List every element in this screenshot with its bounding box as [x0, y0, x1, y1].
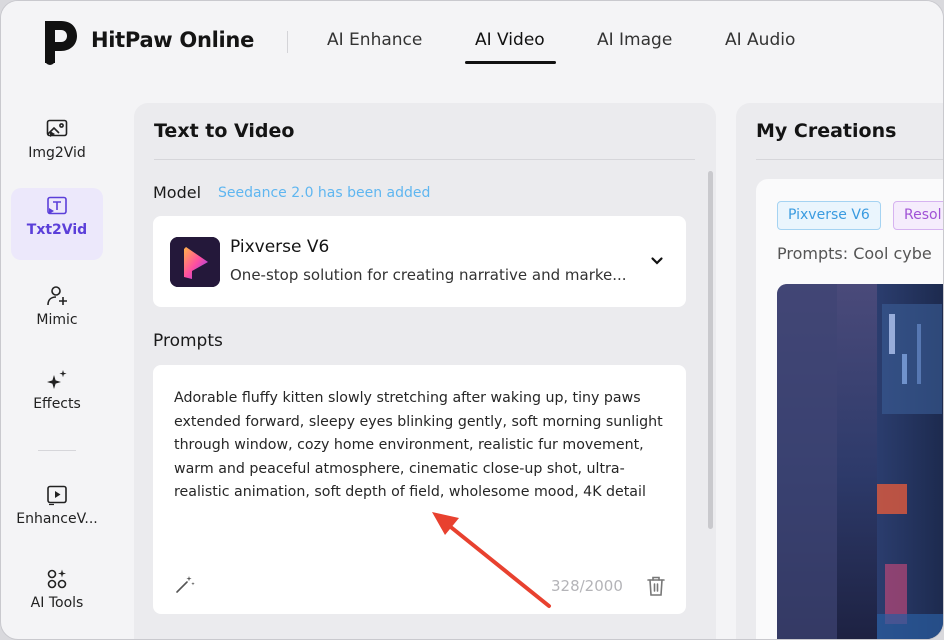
creations-divider: [756, 159, 943, 160]
active-nav-underline: [465, 61, 556, 64]
creation-thumbnail[interactable]: [777, 284, 944, 640]
creations-title: My Creations: [756, 120, 897, 142]
sidebar-item-txt2vid[interactable]: Txt2Vid: [11, 188, 103, 260]
nav-ai-image[interactable]: AI Image: [597, 30, 672, 50]
nav-ai-video[interactable]: AI Video: [475, 30, 545, 50]
prompt-textarea[interactable]: Adorable fluffy kitten slowly stretching…: [153, 365, 686, 614]
tools-grid-icon: [47, 569, 67, 589]
prompt-text[interactable]: Adorable fluffy kitten slowly stretching…: [174, 387, 669, 505]
sidebar-label-img2vid: Img2Vid: [28, 145, 86, 161]
model-select[interactable]: Pixverse V6 One-stop solution for creati…: [153, 216, 686, 307]
sidebar-item-mimic[interactable]: Mimic: [11, 278, 103, 350]
top-header: HitPaw Online AI Enhance AI Video AI Ima…: [1, 1, 943, 83]
sidebar-item-effects[interactable]: Effects: [11, 362, 103, 434]
person-sparkle-icon: [47, 286, 67, 306]
sidebar-item-ai-tools[interactable]: AI Tools: [11, 561, 103, 633]
brand-name[interactable]: HitPaw Online: [91, 28, 254, 52]
app-window: HitPaw Online AI Enhance AI Video AI Ima…: [0, 0, 944, 640]
text-to-video-icon: [47, 196, 67, 215]
my-creations-panel: My Creations Pixverse V6 Resol Prompts: …: [736, 103, 944, 640]
model-label: Model: [153, 183, 202, 202]
pixverse-logo-icon: [170, 237, 220, 287]
sidebar-item-img2vid[interactable]: Img2Vid: [11, 111, 103, 183]
hd-video-icon: [47, 485, 67, 506]
scrollbar-thumb[interactable]: [708, 171, 713, 529]
header-divider: [287, 31, 288, 53]
chevron-down-icon[interactable]: [650, 254, 664, 268]
sidebar-label-txt2vid: Txt2Vid: [26, 222, 88, 238]
sidebar-label-enhancev: EnhanceV...: [16, 511, 98, 527]
image-to-video-icon: [46, 119, 68, 137]
creation-card[interactable]: Pixverse V6 Resol Prompts: Cool cybe: [756, 179, 944, 640]
prompts-label: Prompts: [153, 331, 223, 351]
panel-title: Text to Video: [154, 120, 295, 142]
hitpaw-logo-icon[interactable]: [39, 17, 79, 67]
sidebar-label-ai-tools: AI Tools: [30, 595, 84, 611]
character-counter: 328/2000: [551, 577, 623, 595]
model-tag: Pixverse V6: [777, 201, 881, 230]
resolution-tag: Resol: [893, 201, 943, 230]
magic-wand-icon[interactable]: [174, 573, 196, 595]
model-name: Pixverse V6: [230, 237, 330, 257]
model-update-note: Seedance 2.0 has been added: [218, 185, 431, 201]
creation-prompt: Prompts: Cool cybe: [777, 244, 932, 263]
sidebar-label-mimic: Mimic: [36, 312, 78, 328]
trash-icon[interactable]: [646, 575, 666, 597]
sparkles-icon: [47, 370, 67, 389]
nav-ai-audio[interactable]: AI Audio: [725, 30, 795, 50]
sidebar-label-effects: Effects: [33, 396, 81, 412]
model-description: One-stop solution for creating narrative…: [230, 266, 627, 284]
nav-ai-enhance[interactable]: AI Enhance: [327, 30, 422, 50]
sidebar-divider: [38, 450, 76, 451]
text-to-video-panel: Text to Video Model Seedance 2.0 has bee…: [134, 103, 716, 639]
panel-divider: [154, 159, 695, 160]
sidebar-item-enhancev[interactable]: EnhanceV...: [11, 477, 103, 549]
